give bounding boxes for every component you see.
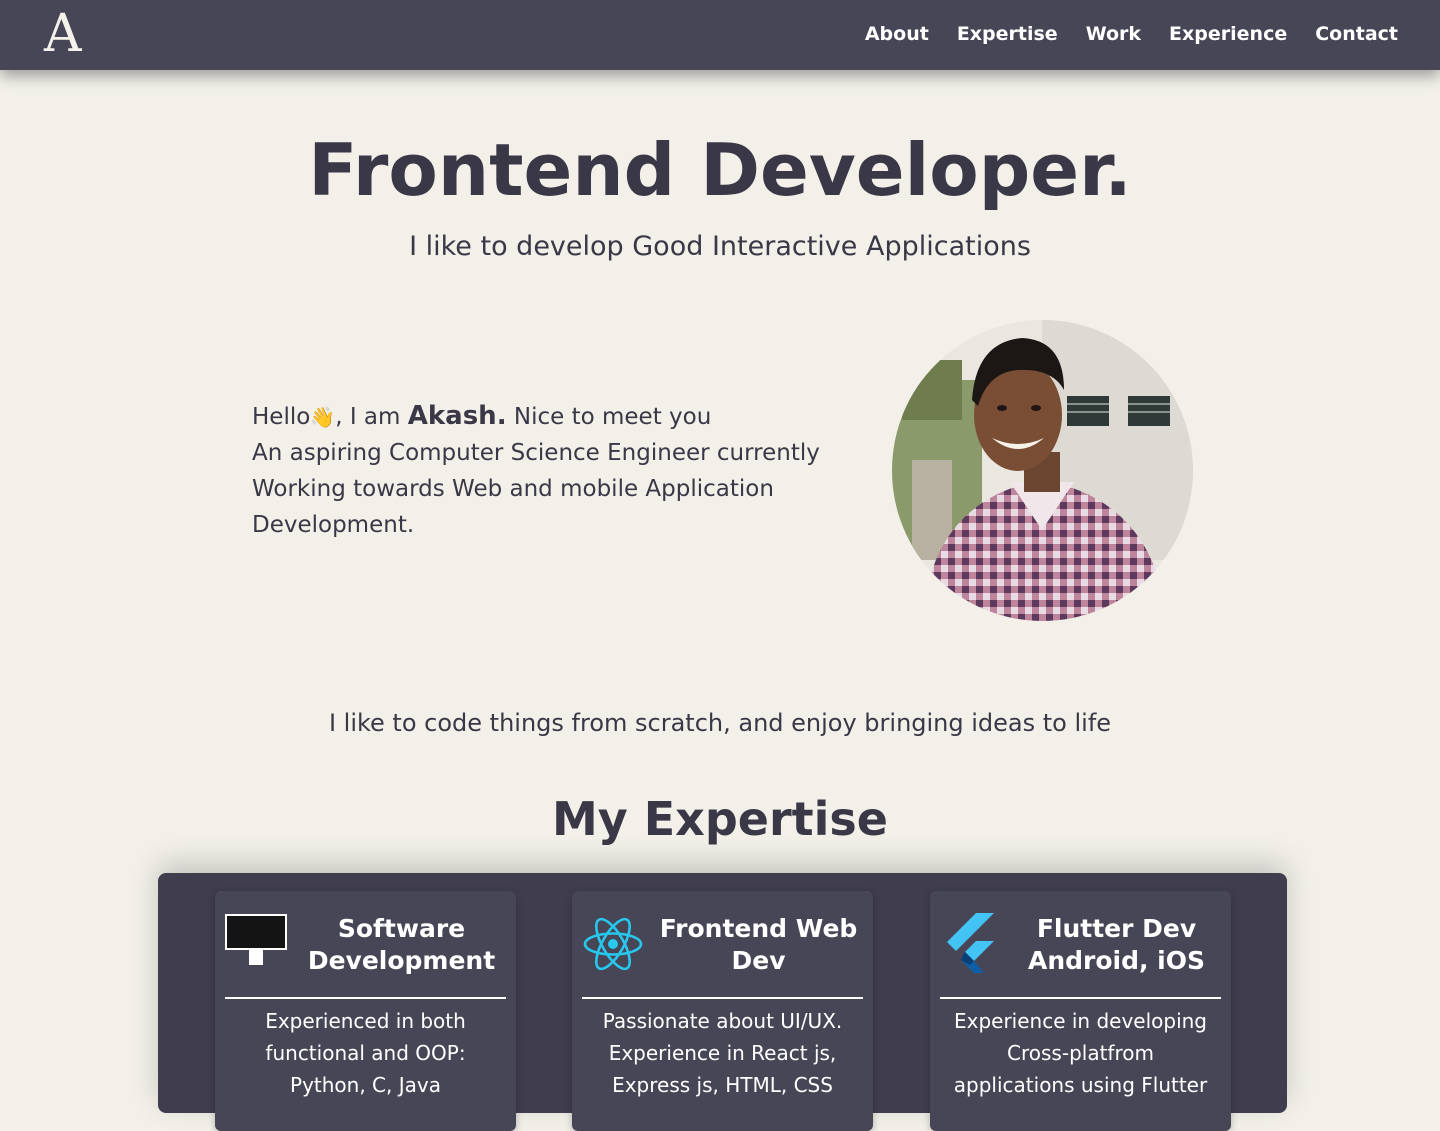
card-divider xyxy=(582,997,863,999)
intro-name: Akash. xyxy=(407,401,507,431)
profile-photo xyxy=(892,320,1193,621)
card-title: Software Development xyxy=(307,914,496,975)
intro-line-2: An aspiring Computer Science Engineer cu… xyxy=(252,440,820,466)
card-header: Flutter Dev Android, iOS xyxy=(930,891,1231,997)
waving-hand-icon: 👋 xyxy=(310,405,336,429)
card-description: Passionate about UI/UX. Experience in Re… xyxy=(602,1009,843,1097)
card-description: Experience in developing Cross-platfrom … xyxy=(953,1009,1208,1097)
expertise-card-software: Software Development Experienced in both… xyxy=(215,891,516,1131)
intro-text: Hello👋, I am Akash. Nice to meet you An … xyxy=(252,398,862,543)
nav-link-experience[interactable]: Experience xyxy=(1169,20,1287,48)
card-title: Frontend Web Dev xyxy=(659,914,858,975)
monitor-icon xyxy=(225,914,287,965)
intro-line-3: Working towards Web and mobile Applicati… xyxy=(252,476,774,502)
card-header: Software Development xyxy=(215,891,516,997)
nav-link-expertise[interactable]: Expertise xyxy=(957,20,1058,48)
nav-link-work[interactable]: Work xyxy=(1086,20,1141,48)
intro-iam: , I am xyxy=(335,404,408,430)
card-header: Frontend Web Dev xyxy=(572,891,873,997)
react-icon xyxy=(583,917,643,971)
nav-link-contact[interactable]: Contact xyxy=(1315,20,1398,48)
card-divider xyxy=(940,997,1221,999)
profile-photo-illustration xyxy=(892,320,1193,621)
card-description: Experienced in both functional and OOP: … xyxy=(265,1009,466,1097)
intro-hello: Hello xyxy=(252,404,311,430)
intro-line-1: Hello👋, I am Akash. Nice to meet you xyxy=(252,398,862,435)
nav-link-about[interactable]: About xyxy=(865,20,929,48)
tagline: I like to code things from scratch, and … xyxy=(328,709,1112,737)
expertise-card-frontend: Frontend Web Dev Passionate about UI/UX.… xyxy=(572,891,873,1131)
expertise-card-flutter: Flutter Dev Android, iOS Experience in d… xyxy=(930,891,1231,1131)
hero-subtitle: I like to develop Good Interactive Appli… xyxy=(409,231,1031,262)
flutter-icon xyxy=(947,913,994,973)
nav-links: About Expertise Work Experience Contact xyxy=(865,20,1398,48)
card-divider xyxy=(225,997,506,999)
card-title: Flutter Dev Android, iOS xyxy=(1027,914,1206,975)
expertise-title: My Expertise xyxy=(551,792,888,846)
navbar: A About Expertise Work Experience Contac… xyxy=(0,0,1440,70)
hero-title: Frontend Developer. xyxy=(308,128,1132,212)
logo[interactable]: A xyxy=(44,4,82,64)
intro-greeting-end: Nice to meet you xyxy=(506,404,712,430)
intro-line-4: Development. xyxy=(252,512,415,538)
expertise-panel: Software Development Experienced in both… xyxy=(158,873,1287,1131)
